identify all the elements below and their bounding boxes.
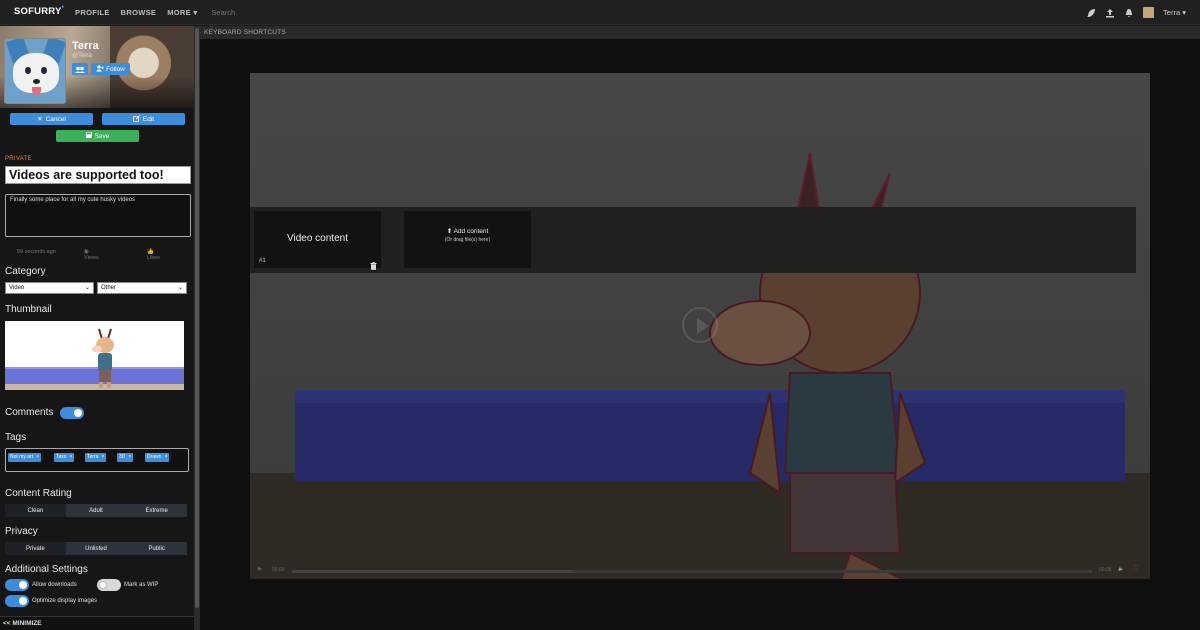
profile-handle: @Terra — [72, 53, 92, 59]
remove-tag-icon[interactable]: × — [128, 454, 131, 460]
upload-icon[interactable] — [1105, 8, 1115, 18]
mark-wip-toggle[interactable] — [97, 579, 121, 591]
search-input[interactable]: Search — [211, 8, 235, 17]
tags-label: Tags — [5, 432, 27, 443]
groups-button[interactable] — [72, 63, 88, 75]
edit-sidebar: Terra @Terra Follow ✕ Cancel Edit Save PR… — [0, 26, 200, 630]
posted-time: 59 seconds ago — [17, 249, 56, 255]
chevron-down-icon: ⌄ — [177, 285, 183, 291]
optimize-images-label: Optimize display images — [32, 598, 98, 604]
rating-option-extreme[interactable]: Extreme — [126, 504, 188, 517]
volume-icon[interactable]: 🔈 — [1118, 566, 1124, 572]
cancel-button[interactable]: ✕ Cancel — [10, 113, 93, 125]
caret-down-icon: ▾ — [193, 7, 198, 17]
rating-option-clean[interactable]: Clean — [5, 504, 66, 517]
thumbnail-label: Thumbnail — [5, 304, 52, 315]
rating-option-adult[interactable]: Adult — [65, 504, 127, 517]
content-rating-selector: Clean Adult Extreme — [5, 504, 188, 517]
tags-input[interactable]: Not my art × Taxo × Terra × 3D × Drawn × — [5, 448, 189, 472]
user-plus-icon — [96, 64, 104, 74]
remove-tag-icon[interactable]: × — [70, 454, 73, 460]
nav-user-menu[interactable]: Terra ▾ — [1163, 8, 1186, 17]
content-index: #1 — [259, 258, 266, 264]
video-player[interactable]: ▶ 00:00 00:05 🔈 ⛶ — [250, 73, 1150, 579]
tag-chip[interactable]: Terra × — [85, 453, 107, 462]
remove-tag-icon[interactable]: × — [101, 454, 104, 460]
mark-wip-label: Mark as WIP — [124, 582, 159, 588]
current-time: 00:00 — [272, 567, 285, 573]
submission-stats: 59 seconds ago ◉ 1 Views 👍 0 Likes — [17, 249, 160, 261]
tag-chip[interactable]: 3D × — [117, 453, 134, 462]
remove-tag-icon[interactable]: × — [164, 454, 167, 460]
bell-icon[interactable] — [1124, 8, 1134, 18]
description-textarea[interactable]: Finally some place for all my cute husky… — [5, 194, 191, 237]
main-area: KEYBOARD SHORTCUTS ▶ 00:00 00:05 🔈 ⛶ Vid… — [200, 26, 1200, 630]
allow-downloads-label: Allow downloads — [32, 582, 77, 588]
trash-icon[interactable] — [370, 257, 377, 275]
thumbnail-preview[interactable] — [5, 321, 184, 390]
minimize-button[interactable]: << MINIMIZE — [0, 616, 194, 630]
privacy-label: Privacy — [5, 526, 38, 537]
privacy-selector: Private Unlisted Public — [5, 542, 188, 555]
fullscreen-icon[interactable]: ⛶ — [1134, 565, 1138, 571]
save-button[interactable]: Save — [56, 130, 139, 142]
visibility-badge: PRIVATE — [5, 156, 32, 162]
upload-icon: ⬆ — [446, 228, 453, 235]
subcategory-select[interactable]: Other ⌄ — [97, 282, 187, 294]
category-select[interactable]: Video ⌄ — [5, 282, 94, 294]
comments-label: Comments — [5, 407, 54, 418]
optimize-images-toggle[interactable] — [5, 595, 29, 607]
play-control-icon[interactable]: ▶ — [258, 566, 262, 572]
edit-button[interactable]: Edit — [102, 113, 185, 125]
video-content-card[interactable]: Video content #1 — [254, 211, 381, 270]
play-icon[interactable] — [682, 307, 718, 343]
privacy-option-unlisted[interactable]: Unlisted — [65, 542, 127, 555]
title-input[interactable]: Videos are supported too! — [5, 166, 191, 184]
user-avatar[interactable] — [1143, 7, 1155, 18]
tag-chip[interactable]: Drawn × — [145, 453, 170, 462]
close-icon: ✕ — [37, 116, 43, 123]
tag-chip[interactable]: Taxo × — [54, 453, 75, 462]
nav-link-profile[interactable]: PROFILE — [75, 8, 110, 17]
category-label: Category — [5, 266, 46, 277]
profile-avatar[interactable] — [4, 38, 66, 104]
profile-name[interactable]: Terra — [72, 40, 99, 52]
chevron-down-icon: ⌄ — [84, 285, 90, 291]
site-logo[interactable]: SOFURRY* — [14, 6, 64, 17]
follow-button[interactable]: Follow — [91, 63, 130, 75]
comments-toggle[interactable] — [60, 407, 84, 419]
seek-bar[interactable] — [292, 570, 1092, 573]
nav-link-more[interactable]: MORE ▾ — [167, 8, 197, 17]
edit-icon — [132, 114, 140, 124]
video-controls: ▶ 00:00 00:05 🔈 ⛶ — [250, 563, 1150, 579]
feather-icon[interactable] — [1086, 8, 1096, 18]
privacy-option-public[interactable]: Public — [126, 542, 188, 555]
nav-link-browse[interactable]: BROWSE — [121, 8, 157, 17]
floppy-disk-icon — [85, 132, 92, 140]
top-navbar: SOFURRY* PROFILE BROWSE MORE ▾ Search Te… — [0, 0, 1200, 25]
add-content-dropzone[interactable]: ⬆ Add content (Or drag file(s) here) — [404, 211, 531, 268]
additional-settings-label: Additional Settings — [5, 564, 88, 575]
allow-downloads-toggle[interactable] — [5, 579, 29, 591]
keyboard-shortcuts-link[interactable]: KEYBOARD SHORTCUTS — [200, 26, 1200, 39]
content-strip: Video content #1 ⬆ Add content (Or drag … — [250, 207, 1136, 273]
content-rating-label: Content Rating — [5, 488, 72, 499]
privacy-option-private[interactable]: Private — [5, 542, 66, 555]
remove-tag-icon[interactable]: × — [36, 454, 39, 460]
tag-chip[interactable]: Not my art × — [8, 453, 41, 462]
total-time: 00:05 — [1099, 567, 1112, 573]
